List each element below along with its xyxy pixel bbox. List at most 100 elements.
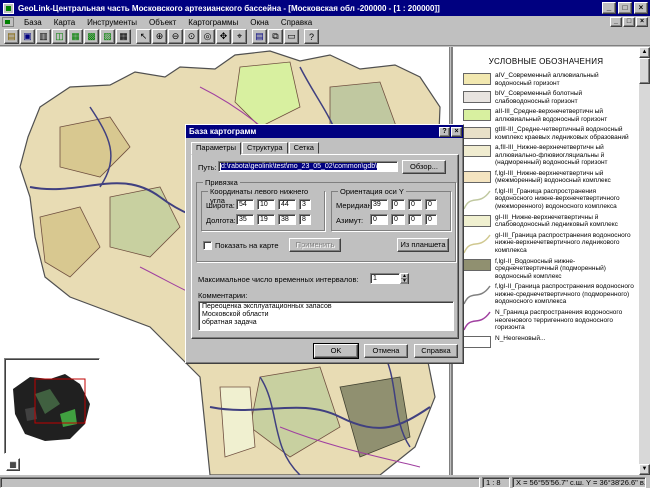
longitude-minutes[interactable]: 19 xyxy=(257,214,275,225)
legend-label: f,lgI-II_Граница распространения водонос… xyxy=(495,283,634,305)
meridian-fraction[interactable]: 0 xyxy=(425,199,437,210)
cancel-button[interactable]: Отмена xyxy=(364,344,408,358)
menu-map[interactable]: Карта xyxy=(48,18,81,27)
longitude-seconds[interactable]: 38 xyxy=(278,214,296,225)
table-icon[interactable]: ▩ xyxy=(84,29,99,44)
legend-label: aIV_Современный аллювиальный водоносный … xyxy=(495,72,599,87)
orientation-group: Ориентация оси Y Меридиан: 39 0 0 0 Азим… xyxy=(331,187,451,231)
layers-icon[interactable]: ◫ xyxy=(52,29,67,44)
menu-cartograms[interactable]: Картограммы xyxy=(182,18,244,27)
legend-swatch xyxy=(463,190,491,209)
tab-parameters[interactable]: Параметры xyxy=(191,142,241,155)
app-icon[interactable] xyxy=(3,2,14,14)
window-title-bar[interactable]: GeoLink-Центральная часть Московского ар… xyxy=(0,0,650,16)
chart-icon[interactable]: ▦ xyxy=(68,29,83,44)
legend-item: gI-III_Граница распространения водоносно… xyxy=(453,232,639,255)
scroll-up-icon[interactable]: ▲ xyxy=(639,47,650,58)
azimuth-degrees[interactable]: 0 xyxy=(370,214,388,225)
legend-swatch xyxy=(463,234,491,253)
mdi-minimize-button[interactable]: _ xyxy=(610,17,622,27)
mdi-restore-button[interactable]: □ xyxy=(623,17,635,27)
scroll-down-icon[interactable]: ▼ xyxy=(639,464,650,475)
menu-help[interactable]: Справка xyxy=(275,18,318,27)
legend-swatch xyxy=(463,214,491,227)
help-button[interactable]: Справка xyxy=(414,344,458,358)
menu-object[interactable]: Объект xyxy=(143,18,182,27)
legend-item: f,lgI-II_Граница распространения водонос… xyxy=(453,283,639,306)
ok-button[interactable]: OK xyxy=(313,343,359,359)
print-icon[interactable]: ▥ xyxy=(36,29,51,44)
show-on-map-checkbox[interactable] xyxy=(203,241,212,250)
close-button[interactable]: × xyxy=(634,2,648,14)
azimuth-label: Азимут: xyxy=(336,216,364,225)
meridian-seconds[interactable]: 0 xyxy=(408,199,422,210)
dialog-title-bar[interactable]: База картограмм ? × xyxy=(186,125,463,138)
comment-line: Московской области xyxy=(202,311,269,318)
clipboard-icon[interactable]: ▭ xyxy=(284,29,299,44)
mdi-close-button[interactable]: × xyxy=(636,17,648,27)
open-icon[interactable]: ▤ xyxy=(4,29,19,44)
legend-scrollbar[interactable]: ▲ ▼ xyxy=(639,47,650,475)
zoom-extent-icon[interactable]: ⊙ xyxy=(184,29,199,44)
comments-textarea[interactable]: Переоценка эксплуатационных запасов Моск… xyxy=(198,301,454,331)
meridian-degrees[interactable]: 39 xyxy=(370,199,388,210)
max-intervals-input[interactable]: 1 xyxy=(370,273,400,284)
tab-grid[interactable]: Сетка xyxy=(288,142,319,154)
path-label: Путь: xyxy=(198,163,217,172)
save-icon[interactable]: ▣ xyxy=(20,29,35,44)
scroll-thumb[interactable] xyxy=(639,58,650,84)
path-input[interactable]: d:\rabota\geolink\test\mo_23_05_02\commo… xyxy=(218,161,398,172)
pointer-icon[interactable]: ↖ xyxy=(136,29,151,44)
dialog-close-icon[interactable]: × xyxy=(451,126,462,137)
spin-down-icon[interactable]: ▼ xyxy=(401,279,408,284)
meridian-minutes[interactable]: 0 xyxy=(391,199,405,210)
zoom-region-icon[interactable]: ◎ xyxy=(200,29,215,44)
legend-item: f,lgI-III_Нижне-верхнечетвертичн ый (меж… xyxy=(453,170,639,185)
status-scale: 1 : 8 xyxy=(482,476,510,488)
legend-item: a,fII-III_Нижне-верхнечетвертичн ый аллю… xyxy=(453,144,639,167)
latitude-seconds[interactable]: 44 xyxy=(278,199,296,210)
latitude-label: Широта: xyxy=(206,201,235,210)
grid-toggle-icon[interactable]: ▦ xyxy=(6,458,20,471)
longitude-fraction[interactable]: 8 xyxy=(299,214,311,225)
minimize-button[interactable]: _ xyxy=(602,2,616,14)
toolbar: ▤ ▣ ▥ ◫ ▦ ▩ ▨ ▦ ↖ ⊕ ⊖ ⊙ ◎ ✥ ⌖ ▤ ⧉ ▭ ? xyxy=(0,28,650,46)
overview-drawing xyxy=(13,374,90,441)
help-icon[interactable]: ? xyxy=(304,29,319,44)
grid-icon[interactable]: ▦ xyxy=(116,29,131,44)
longitude-label: Долгота: xyxy=(206,216,236,225)
overview-map[interactable] xyxy=(4,358,100,454)
max-intervals-spinner[interactable]: ▲ ▼ xyxy=(400,273,409,284)
status-coords: X = 56°55'56.7" с.ш. Y = 36°38'26.6" в.д xyxy=(512,476,646,488)
info-icon[interactable]: ▤ xyxy=(252,29,267,44)
menu-windows[interactable]: Окна xyxy=(244,18,275,27)
zoom-in-icon[interactable]: ⊕ xyxy=(152,29,167,44)
orientation-group-label: Ориентация оси Y xyxy=(338,187,406,196)
zoom-out-icon[interactable]: ⊖ xyxy=(168,29,183,44)
menu-base[interactable]: База xyxy=(18,18,48,27)
path-value: d:\rabota\geolink\test\mo_23_05_02\commo… xyxy=(221,163,378,170)
azimuth-minutes[interactable]: 0 xyxy=(391,214,405,225)
maximize-button[interactable]: □ xyxy=(618,2,632,14)
azimuth-fraction[interactable]: 0 xyxy=(425,214,437,225)
pan-icon[interactable]: ✥ xyxy=(216,29,231,44)
dialog-help-icon[interactable]: ? xyxy=(439,126,450,137)
menu-tools[interactable]: Инструменты xyxy=(81,18,143,27)
tab-structure[interactable]: Структура xyxy=(241,142,288,154)
longitude-degrees[interactable]: 35 xyxy=(236,214,254,225)
measure-icon[interactable]: ⌖ xyxy=(232,29,247,44)
comment-line: обратная задача xyxy=(202,319,257,326)
legend-label: N_Граница распространения водоносного не… xyxy=(495,309,623,331)
azimuth-seconds[interactable]: 0 xyxy=(408,214,422,225)
latitude-degrees[interactable]: 54 xyxy=(236,199,254,210)
from-tablet-button[interactable]: Из планшета xyxy=(397,238,449,252)
legend-label: gI-III_Граница распространения водоносно… xyxy=(495,231,631,254)
image-icon[interactable]: ▨ xyxy=(100,29,115,44)
apply-button[interactable]: Применить xyxy=(289,238,341,252)
copy-icon[interactable]: ⧉ xyxy=(268,29,283,44)
latitude-fraction[interactable]: 3 xyxy=(299,199,311,210)
browse-button[interactable]: Обзор... xyxy=(402,160,446,174)
document-icon[interactable] xyxy=(2,17,14,27)
latitude-minutes[interactable]: 10 xyxy=(257,199,275,210)
legend-item: f,lgI-III_Граница распространения водоно… xyxy=(453,188,639,211)
